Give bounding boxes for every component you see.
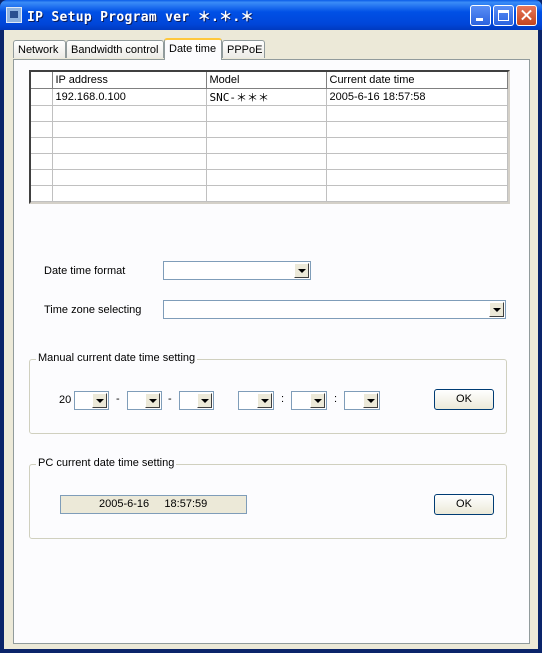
ip-address-cell: 192.168.0.100 [52,88,207,106]
close-icon [517,6,536,25]
chevron-down-icon[interactable] [92,393,107,408]
column-header-ip-address[interactable]: IP address [52,72,207,89]
date-time-cell [326,153,508,170]
pc-ok-button[interactable]: OK [434,494,494,515]
model-cell [206,121,327,138]
date-time-format-select[interactable] [163,261,311,280]
device-table[interactable]: IP address Model Current date time 192.1… [29,70,510,204]
ip-address-cell [52,185,207,202]
table-row[interactable] [31,153,508,170]
chevron-down-icon[interactable] [363,393,378,408]
row-select-cell[interactable] [31,153,53,170]
table-row[interactable] [31,105,508,122]
time-separator: : [281,393,285,405]
date-time-cell: 2005-6-16 18:57:58 [326,88,508,106]
date-time-cell [326,185,508,202]
ip-address-cell [52,105,207,122]
model-cell [206,169,327,186]
model-cell [206,153,327,170]
month-select[interactable] [127,391,162,410]
manual-date-time-group: Manual current date time setting 20 - - … [29,352,507,434]
pc-date-time-group: PC current date time setting 2005-6-16 1… [29,457,507,539]
date-separator: - [116,393,120,405]
year-select[interactable] [74,391,109,410]
model-cell [206,185,327,202]
minute-select[interactable] [291,391,327,410]
app-icon[interactable] [6,7,22,23]
chevron-down-icon[interactable] [489,302,504,317]
time-zone-select[interactable] [163,300,506,319]
minimize-icon [471,6,490,25]
column-header-model[interactable]: Model [206,72,327,89]
date-time-cell [326,105,508,122]
tab-bandwidth-label: Bandwidth control [71,44,159,56]
tab-date-time[interactable]: Date time [164,38,222,60]
maximize-button[interactable] [493,5,514,26]
model-cell: SNC-＊＊＊ [206,88,327,106]
row-select-cell[interactable] [31,169,53,186]
column-header-select[interactable] [31,72,53,89]
chevron-down-icon[interactable] [145,393,160,408]
date-time-cell [326,169,508,186]
time-zone-label: Time zone selecting [44,304,142,316]
close-button[interactable] [516,5,537,26]
ip-address-cell [52,137,207,154]
table-row[interactable] [31,137,508,154]
chevron-down-icon[interactable] [294,263,309,278]
second-select[interactable] [344,391,380,410]
chevron-down-icon[interactable] [257,393,272,408]
table-row[interactable] [31,169,508,186]
ip-address-cell [52,169,207,186]
day-select[interactable] [179,391,214,410]
date-time-cell [326,137,508,154]
year-prefix: 20 [59,394,72,406]
tab-date-time-label: Date time [169,43,217,55]
pc-group-title: PC current date time setting [36,457,177,469]
chevron-down-icon[interactable] [310,393,325,408]
model-cell [206,105,327,122]
ip-address-cell [52,121,207,138]
row-select-cell[interactable] [31,137,53,154]
tab-bandwidth-control[interactable]: Bandwidth control [66,40,164,58]
column-header-current-date-time[interactable]: Current date time [326,72,508,89]
table-row[interactable]: 192.168.0.100 SNC-＊＊＊ 2005-6-16 18:57:58 [31,88,508,106]
pc-date-time-display: 2005-6-16 18:57:59 [60,495,247,514]
table-header-row: IP address Model Current date time [31,72,508,89]
model-cell [206,137,327,154]
title-bar[interactable]: IP Setup Program ver ＊.＊.＊ [0,0,542,30]
row-select-cell[interactable] [31,105,53,122]
tab-network-label: Network [18,44,59,56]
tab-network[interactable]: Network [13,40,66,58]
row-select-cell[interactable] [31,185,53,202]
window-title: IP Setup Program ver ＊.＊.＊ [27,10,254,25]
minimize-button[interactable] [470,5,491,26]
app-window: IP Setup Program ver ＊.＊.＊ Network Bandw… [0,0,542,653]
date-time-cell [326,121,508,138]
date-time-format-label: Date time format [44,265,126,277]
date-time-panel: IP address Model Current date time 192.1… [13,59,530,644]
maximize-icon [494,6,513,25]
manual-group-title: Manual current date time setting [36,352,198,364]
row-select-cell[interactable] [31,88,53,106]
tab-pppoe-label: PPPoE [227,44,263,56]
ip-address-cell [52,153,207,170]
time-separator: : [334,393,338,405]
table-row[interactable] [31,185,508,202]
row-select-cell[interactable] [31,121,53,138]
tab-pppoe[interactable]: PPPoE [222,40,265,58]
date-separator: - [168,393,172,405]
table-row[interactable] [31,121,508,138]
hour-select[interactable] [238,391,274,410]
client-area: Network Bandwidth control Date time PPPo… [4,30,538,649]
chevron-down-icon[interactable] [197,393,212,408]
manual-ok-button[interactable]: OK [434,389,494,410]
